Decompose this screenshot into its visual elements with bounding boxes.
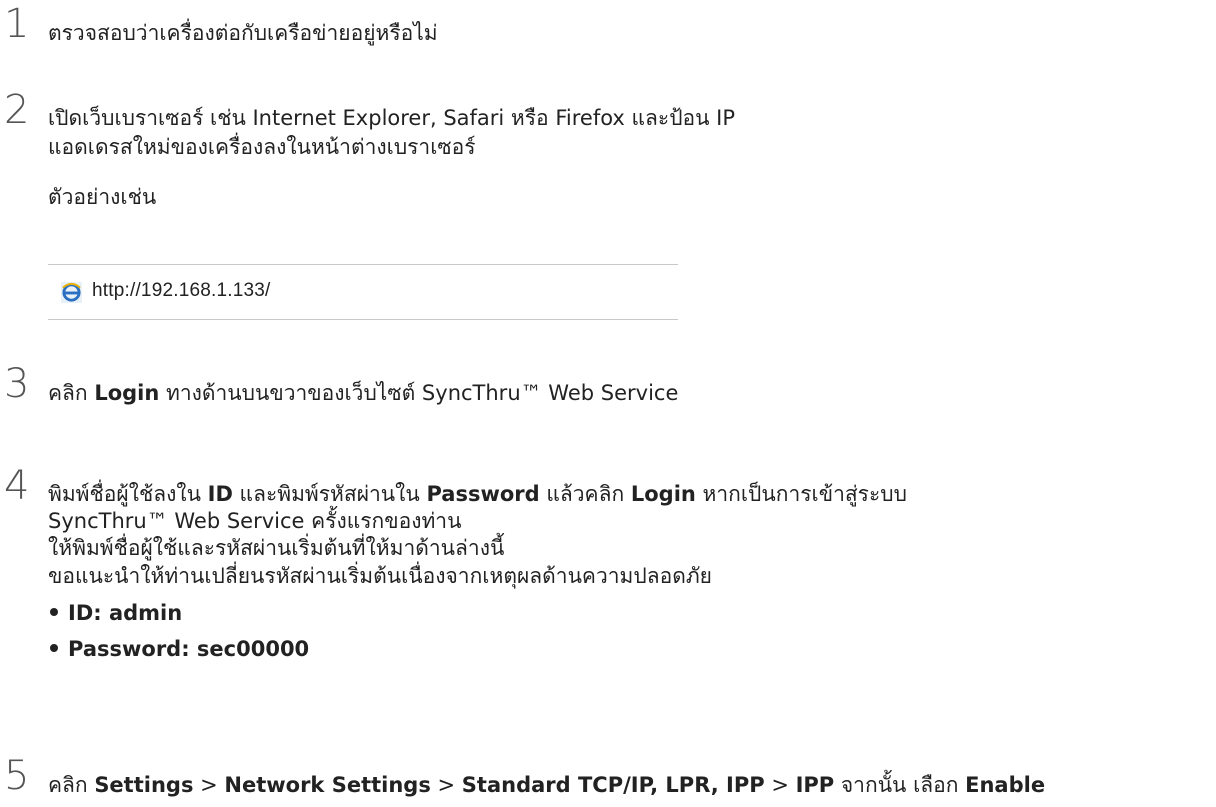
step-number: 2	[4, 87, 30, 133]
step-number: 3	[4, 361, 30, 407]
step-number: 5	[4, 753, 30, 799]
step-text: แอดเดรสใหม่ของเครื่องลงในหน้าต่างเบราเซอ…	[48, 135, 476, 159]
step-text: คลิก Settings > Network Settings > Stand…	[48, 773, 1046, 797]
step-number: 4	[4, 463, 30, 509]
list-item: ID: admin	[50, 600, 182, 626]
step-text: ขอแนะนำให้ท่านเปลี่ยนรหัสผ่านเริ่มต้นเนื…	[48, 564, 712, 588]
step-text: ตรวจสอบว่าเครื่องต่อกับเครือข่ายอยู่หรือ…	[48, 21, 438, 45]
step-text: เปิดเว็บเบราเซอร์ เช่น Internet Explorer…	[48, 106, 736, 130]
step-text: SyncThru™ Web Service ครั้งแรกของท่าน	[48, 509, 462, 533]
step-text: คลิก Login ทางด้านบนขวาของเว็บไซต์ SyncT…	[48, 381, 679, 405]
step-text: พิมพ์ชื่อผู้ใช้ลงใน ID และพิมพ์รหัสผ่านใ…	[48, 482, 907, 506]
address-bar-example: http://192.168.1.133/	[48, 264, 678, 320]
step-text: ตัวอย่างเช่น	[48, 185, 157, 209]
url-text: http://192.168.1.133/	[92, 280, 271, 301]
internet-explorer-icon	[61, 282, 82, 303]
step-number: 1	[4, 1, 30, 47]
step-text: ให้พิมพ์ชื่อผู้ใช้และรหัสผ่านเริ่มต้นที่…	[48, 536, 505, 560]
list-item: Password: sec00000	[50, 636, 309, 662]
